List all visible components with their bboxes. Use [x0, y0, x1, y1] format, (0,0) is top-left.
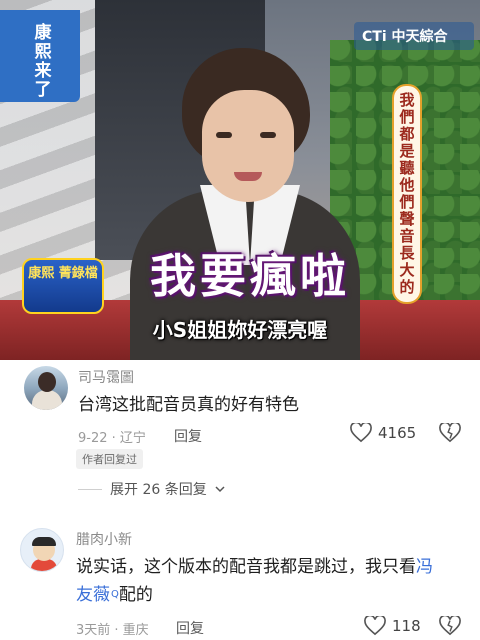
broken-heart-icon[interactable] — [439, 616, 461, 636]
guest-person — [120, 40, 360, 360]
like-button[interactable]: 118 — [364, 616, 421, 636]
comment-item: 司马霭圖 台湾这批配音员真的好有特色 9-22 · 辽宁 回复 4165 作者回… — [0, 360, 480, 506]
expand-replies-label: 展开 26 条回复 — [110, 482, 207, 498]
guest-face — [202, 90, 294, 202]
comment-username[interactable]: 司马霭圖 — [78, 367, 134, 387]
avatar[interactable] — [24, 366, 68, 410]
avatar[interactable] — [20, 528, 64, 572]
show-badge: 康熙 菁錄檔 — [22, 258, 104, 314]
guest-eye-right — [260, 132, 276, 138]
show-title-sign: 康熙来了 — [0, 10, 80, 102]
comment-item: 腊肉小新 说实话，这个版本的配音我都是跳过，我只看冯友薇Q配的 3天前 · 重庆… — [0, 520, 480, 640]
name-link[interactable]: 友薇 — [76, 585, 110, 605]
author-replied-tag: 作者回复过 — [76, 449, 143, 469]
heart-outline-icon — [350, 423, 372, 443]
comment-username[interactable]: 腊肉小新 — [76, 529, 132, 549]
comment-text-part: 配的 — [118, 585, 153, 605]
q-superscript-icon[interactable]: Q — [111, 581, 119, 609]
broken-heart-icon[interactable] — [439, 423, 461, 443]
channel-logo: CTi 中天綜合 — [354, 22, 474, 50]
comment-date-location: 9-22 · 辽宁 — [78, 431, 146, 446]
expand-replies-button[interactable]: 展开 26 条回复 — [78, 479, 225, 499]
heart-outline-icon — [364, 616, 386, 636]
overlay-caption: 我要瘋啦 — [150, 249, 350, 303]
comment-text-part: 说实话，这个版本的配音我都是跳过，我只看 — [76, 557, 416, 577]
chevron-down-icon — [215, 486, 225, 493]
show-title-text: 康熙来了 — [34, 23, 52, 100]
like-button[interactable]: 4165 — [350, 423, 416, 443]
divider-line — [78, 488, 102, 490]
video-frame[interactable]: 康熙来了 CTi 中天綜合 我們都是聽他們聲音長大的 康熙 菁錄檔 我要瘋啦 小… — [0, 0, 480, 360]
video-subtitle: 小S姐姐妳好漂亮喔 — [152, 318, 328, 342]
comment-text: 台湾这批配音员真的好有特色 — [78, 395, 299, 415]
like-count: 4165 — [378, 424, 417, 442]
reply-button[interactable]: 回复 — [174, 426, 202, 446]
vertical-caption: 我們都是聽他們聲音長大的 — [392, 84, 422, 304]
comment-text: 说实话，这个版本的配音我都是跳过，我只看冯友薇Q配的 — [76, 553, 464, 609]
like-count: 118 — [392, 617, 421, 635]
name-link[interactable]: 冯 — [416, 557, 433, 577]
comment-date-location: 3天前 · 重庆 — [76, 623, 149, 638]
reply-button[interactable]: 回复 — [176, 618, 204, 638]
guest-eye-left — [216, 132, 232, 138]
